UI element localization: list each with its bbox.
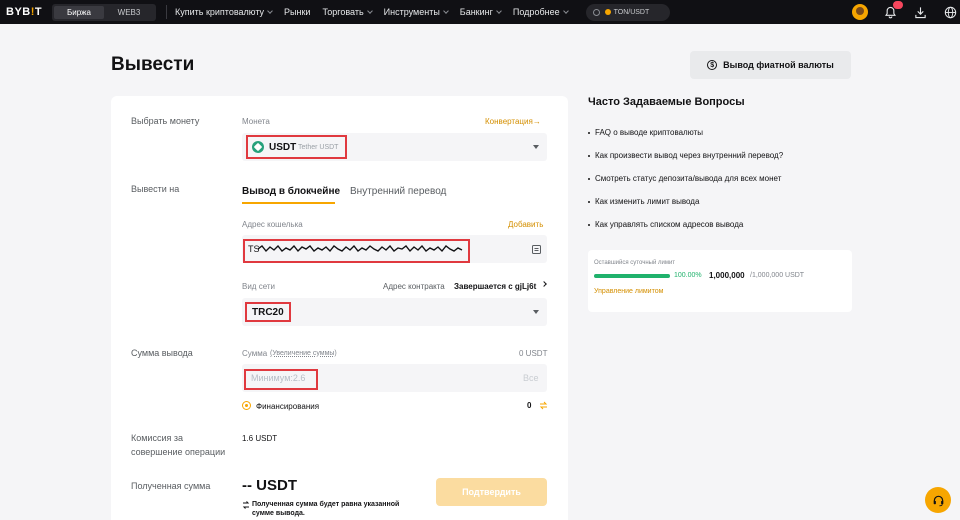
nav-item[interactable]: Торговать [322, 7, 373, 17]
amount-increase-link[interactable]: (Увеличение суммы) [270, 350, 337, 357]
headset-icon [933, 495, 943, 506]
amount-label: Сумма вывода [131, 348, 193, 358]
amount-all-button[interactable]: Все [523, 373, 539, 383]
fee-label-line2: совершение операции [131, 447, 226, 457]
funding-radio[interactable] [242, 401, 251, 410]
address-book-icon[interactable] [532, 245, 541, 254]
daily-limit-card: Оставшийся суточный лимит 100.00% 1,000,… [588, 250, 852, 312]
confirm-button[interactable]: Подтвердить [436, 478, 547, 506]
faq-item[interactable]: Смотреть статус депозита/вывода для всех… [588, 174, 781, 183]
amount-balance: 0 USDT [519, 349, 548, 358]
notification-badge [893, 1, 903, 9]
tab-internal-transfer[interactable]: Внутренний перевод [350, 186, 446, 197]
radio-dot [245, 404, 248, 407]
fee-value: 1.6 USDT [242, 434, 278, 443]
nav-item[interactable]: Банкинг [460, 7, 502, 17]
chevron-down-icon [533, 145, 539, 149]
transfer-icon[interactable] [539, 401, 548, 410]
chevron-down-icon [496, 8, 502, 14]
contract-label: Адрес контракта [383, 282, 445, 291]
bybit-logo[interactable]: BYB!T [6, 6, 42, 18]
nav-right-tools [852, 0, 960, 24]
convert-link[interactable]: Конвертация→ [485, 117, 541, 126]
faq-title: Часто Задаваемые Вопросы [588, 96, 745, 108]
nav-item[interactable]: Рынки [284, 7, 310, 17]
notification-bell-icon[interactable] [883, 1, 903, 19]
tab-underline [242, 202, 335, 204]
faq-item[interactable]: Как изменить лимит вывода [588, 197, 699, 206]
select-coin-label: Выбрать монету [131, 116, 200, 126]
chevron-right-icon [541, 281, 547, 287]
received-value: -- USDT [242, 477, 297, 494]
withdraw-to-label: Вывести на [131, 184, 180, 194]
received-label: Полученная сумма [131, 481, 211, 491]
nav-divider [166, 5, 167, 19]
contract-value[interactable]: Завершается с gjLj6t [454, 282, 536, 291]
globe-icon[interactable] [943, 5, 957, 19]
funding-label: Финансирования [256, 402, 320, 411]
highlight-coin [246, 135, 347, 159]
dollar-icon: $ [707, 60, 718, 70]
add-address-link[interactable]: Добавить [508, 220, 543, 229]
limit-progress-fill [594, 274, 670, 278]
chevron-down-icon [533, 310, 539, 314]
exchange-arrows-icon [242, 501, 250, 509]
wallet-address-label: Адрес кошелька [242, 220, 303, 229]
amount-small-label: Сумма [242, 349, 268, 358]
network-label: Вид сети [242, 282, 276, 291]
fiat-withdraw-button[interactable]: $ Вывод фиатной валюты [690, 51, 851, 79]
ton-coin-icon [604, 9, 611, 15]
top-nav: BYB!T Биржа WEB3 Купить криптовалюту Рынк… [0, 0, 960, 24]
download-icon[interactable] [913, 5, 927, 19]
chevron-down-icon [366, 8, 373, 14]
search-icon [592, 8, 600, 16]
highlight-network [245, 302, 291, 322]
fee-label-line1: Комиссия за [131, 433, 183, 443]
limit-progress-bar [594, 274, 670, 278]
highlight-address [243, 239, 470, 263]
tab-onchain[interactable]: Вывод в блокчейне [242, 186, 340, 197]
manage-limit-link[interactable]: Управление лимитом [594, 288, 663, 295]
limit-label: Оставшийся суточный лимит [594, 260, 676, 266]
chevron-down-icon [562, 8, 569, 14]
limit-total: /1,000,000 USDT [750, 272, 805, 279]
search-input[interactable]: TON/USDT [585, 3, 670, 21]
limit-remaining: 1,000,000 [709, 271, 745, 280]
limit-percent: 100.00% [674, 272, 702, 279]
received-note: Полученная сумма будет равна указанной с… [252, 501, 400, 517]
support-headset-button[interactable] [925, 487, 951, 513]
faq-item[interactable]: FAQ о выводе криптовалюты [588, 128, 703, 137]
highlight-amount [244, 369, 318, 390]
page-title: Вывести [111, 54, 195, 75]
exchange-web3-switch: Биржа WEB3 [52, 3, 156, 21]
avatar[interactable] [852, 4, 868, 20]
seg-exchange[interactable]: Биржа [54, 5, 104, 19]
coin-small-label: Монета [242, 117, 270, 126]
nav-menu: Купить криптовалюту Рынки Торговать Инструм… [175, 7, 580, 17]
nav-item[interactable]: Инструменты [384, 7, 449, 17]
nav-item[interactable]: Купить криптовалюту [175, 7, 273, 17]
chevron-down-icon [267, 8, 273, 14]
withdraw-form: Выбрать монету Монета Конвертация→ USDT … [111, 96, 568, 520]
faq-item[interactable]: Как управлять списком адресов вывода [588, 220, 743, 229]
nav-item[interactable]: Подробнее [513, 7, 569, 17]
funding-value: 0 [527, 401, 532, 410]
faq-item[interactable]: Как произвести вывод через внутренний пе… [588, 151, 783, 160]
seg-web3[interactable]: WEB3 [104, 6, 154, 19]
chevron-down-icon [442, 8, 449, 14]
